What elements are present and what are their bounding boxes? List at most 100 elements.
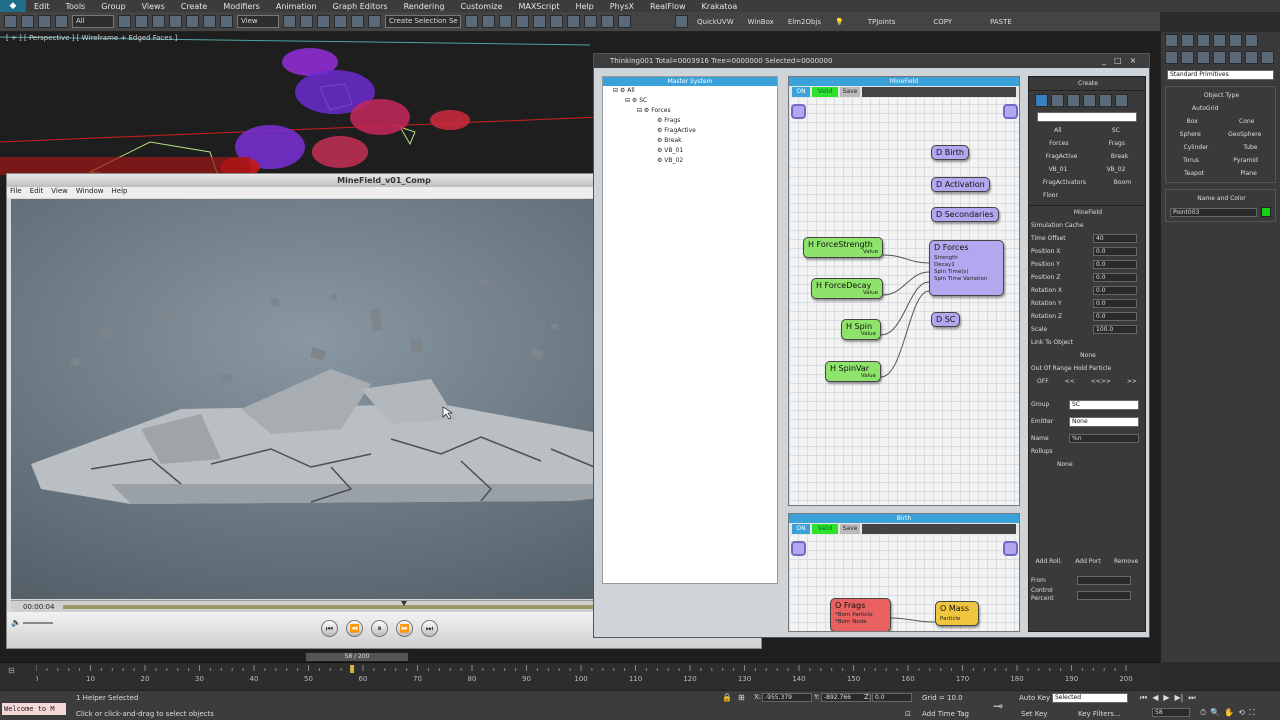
prev-frame-icon[interactable]: ◀	[1152, 693, 1158, 703]
key-icon[interactable]: ⊸	[993, 699, 1003, 713]
player-menu-window[interactable]: Window	[76, 187, 104, 198]
list-icon[interactable]	[1051, 94, 1064, 107]
create-header[interactable]: Create	[1029, 77, 1145, 91]
menu-item-realflow[interactable]: RealFlow	[642, 2, 694, 11]
percent-snap-icon[interactable]	[334, 15, 347, 28]
z-coord-input[interactable]: 0.0	[872, 693, 912, 702]
link-icon[interactable]	[38, 15, 51, 28]
next-button[interactable]: >>	[1127, 375, 1137, 388]
box-button[interactable]: Box	[1187, 115, 1198, 128]
group-btn-boom[interactable]: Boom	[1114, 176, 1131, 189]
rotation-y-input[interactable]: 0.0	[1093, 299, 1137, 308]
link-object-button[interactable]: None	[1029, 349, 1145, 362]
minimize-icon[interactable]: _	[1102, 56, 1106, 65]
window-crossing-icon[interactable]	[169, 15, 182, 28]
elm2objs-button[interactable]: Elm2Objs	[783, 18, 826, 26]
group-btn-fragactive[interactable]: FragActive	[1046, 150, 1078, 163]
name-input[interactable]: %n	[1069, 434, 1139, 443]
paste-button[interactable]: PASTE	[985, 18, 1017, 26]
snap-icon[interactable]	[300, 15, 313, 28]
zoom-icon[interactable]: 🔍	[1210, 708, 1220, 718]
rect-select-icon[interactable]	[152, 15, 165, 28]
control-percent-input[interactable]	[1077, 590, 1131, 600]
render-frame-icon[interactable]	[601, 15, 614, 28]
node-h-forcestrength[interactable]: H ForceStrength Value	[803, 237, 883, 258]
name-color-header[interactable]: Name and Color	[1166, 192, 1275, 205]
menu-item-krakatoa[interactable]: Krakatoa	[694, 2, 746, 11]
node-d-activation[interactable]: D Activation	[931, 177, 990, 192]
from-input[interactable]	[1077, 576, 1131, 585]
mirror-icon[interactable]	[465, 15, 478, 28]
quickuvw-button[interactable]: QuickUVW	[692, 18, 739, 26]
player-menu-help[interactable]: Help	[112, 187, 128, 198]
group-btn-vb02[interactable]: VB_02	[1107, 163, 1126, 176]
copy-button[interactable]: COPY	[928, 18, 957, 26]
group-btn-floor[interactable]: Floor	[1029, 189, 1145, 202]
timeline-cursor[interactable]	[350, 665, 355, 673]
menu-item-edit[interactable]: Edit	[26, 2, 58, 11]
current-frame-input[interactable]: 58	[1152, 708, 1190, 717]
scale-icon[interactable]	[220, 15, 233, 28]
select-icon[interactable]	[118, 15, 131, 28]
position-y-input[interactable]: 0.0	[1093, 260, 1137, 269]
menu-item-tools[interactable]: Tools	[58, 2, 94, 11]
modify-tab-icon[interactable]	[1181, 34, 1194, 47]
tube-button[interactable]: Tube	[1243, 141, 1257, 154]
gear-icon[interactable]	[1067, 94, 1080, 107]
group-btn-fragactivators[interactable]: FragActivators	[1043, 176, 1086, 189]
goto-start-icon[interactable]: ⏮	[1140, 693, 1147, 703]
group-btn-frags[interactable]: Frags	[1109, 137, 1125, 150]
hierarchy-tab-icon[interactable]	[1197, 34, 1210, 47]
utilities-tab-icon[interactable]	[1245, 34, 1258, 47]
off-button[interactable]: OFF	[1037, 375, 1049, 388]
fast-forward-icon[interactable]: ⏩	[396, 620, 413, 637]
render-setup-icon[interactable]	[584, 15, 597, 28]
prev-button[interactable]: <<	[1065, 375, 1075, 388]
scale-input[interactable]: 100.0	[1093, 325, 1137, 334]
seek-marker-icon[interactable]	[401, 601, 407, 606]
display-tab-icon[interactable]	[1229, 34, 1242, 47]
tree-item[interactable]: ⊟ ⚙ All	[603, 86, 777, 96]
grid-icon[interactable]	[1035, 94, 1048, 107]
lightbulb-icon[interactable]: 💡	[830, 18, 849, 26]
torus-button[interactable]: Torus	[1183, 154, 1199, 167]
rewind-icon[interactable]: ⏪	[346, 620, 363, 637]
menu-item-maxscript[interactable]: MAXScript	[510, 2, 567, 11]
tree-item[interactable]: ⚙ Break	[603, 136, 777, 146]
timeline[interactable]: 58 / 200 ⊟ 0 10 20 30 40 50 60 70 80 90 100 110 120 1…	[0, 652, 1160, 690]
tree-item[interactable]: ⚙ VB_02	[603, 156, 777, 166]
node-h-forcedecay[interactable]: H ForceDecay Value	[811, 278, 883, 299]
systems-icon[interactable]	[1261, 51, 1274, 64]
shapes-icon[interactable]	[1181, 51, 1194, 64]
node-d-birth[interactable]: D Birth	[931, 145, 969, 160]
geosphere-button[interactable]: GeoSphere	[1228, 128, 1261, 141]
menu-item-rendering[interactable]: Rendering	[396, 2, 453, 11]
player-menu-view[interactable]: View	[51, 187, 68, 198]
object-name-input[interactable]: Point003	[1170, 207, 1257, 217]
cog-icon[interactable]	[1083, 94, 1096, 107]
teapot-button[interactable]: Teapot	[1184, 167, 1204, 180]
key-mode-dropdown[interactable]: Selected	[1052, 693, 1128, 703]
menu-item-modifiers[interactable]: Modifiers	[215, 2, 268, 11]
cameras-icon[interactable]	[1213, 51, 1226, 64]
key-filters-button[interactable]: Key Filters...	[1078, 710, 1121, 718]
curve-editor-icon[interactable]	[533, 15, 546, 28]
spacewarps-icon[interactable]	[1245, 51, 1258, 64]
x-coord-input[interactable]: -955.379	[762, 693, 812, 702]
pivot-icon[interactable]	[283, 15, 296, 28]
sphere-button[interactable]: Sphere	[1180, 128, 1201, 141]
rotation-x-input[interactable]: 0.0	[1093, 286, 1137, 295]
group-btn-sc[interactable]: SC	[1112, 124, 1120, 137]
both-button[interactable]: <<>>	[1091, 375, 1111, 388]
menu-item-create[interactable]: Create	[173, 2, 216, 11]
rollups-value[interactable]: None	[1029, 458, 1145, 471]
add-time-tag[interactable]: Add Time Tag	[922, 710, 969, 718]
tree-item[interactable]: ⚙ Frags	[603, 116, 777, 126]
tpjoints-button[interactable]: TPJoints	[863, 18, 901, 26]
create-tab-icon[interactable]	[1165, 34, 1178, 47]
node-o-mass[interactable]: O Mass Particle	[935, 601, 979, 626]
viewport-label[interactable]: [ + ] [ Perspective ] [ Wireframe + Edge…	[6, 34, 177, 42]
lock-icon[interactable]: 🔒	[722, 693, 732, 702]
skip-forward-icon[interactable]: ⏭	[421, 620, 438, 637]
add-time-tag-icon[interactable]: ⊡	[905, 710, 911, 718]
